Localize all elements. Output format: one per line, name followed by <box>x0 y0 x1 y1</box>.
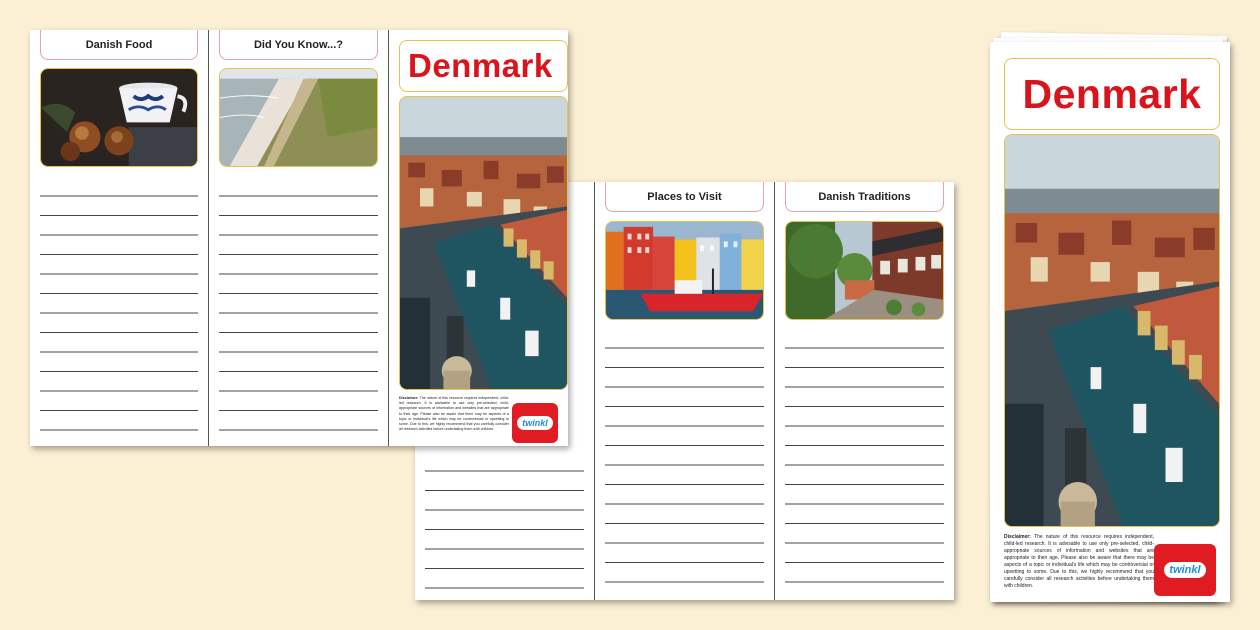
twinkl-logo: twinkl <box>1154 544 1216 596</box>
writing-lines[interactable] <box>785 329 944 590</box>
twinkl-logo: twinkl <box>512 403 558 443</box>
copenhagen-canal-photo <box>1004 134 1220 527</box>
panel-header: Danish Food <box>40 30 198 60</box>
panel-header: Danish Traditions <box>785 182 944 212</box>
writing-lines[interactable] <box>425 452 584 590</box>
title-box: Denmark <box>1004 58 1220 130</box>
writing-lines[interactable] <box>605 329 764 590</box>
panel-cover: Denmark Disclaimer: The nature of this r… <box>389 30 568 446</box>
writing-lines[interactable] <box>219 177 378 436</box>
panel-danish-traditions: Danish Traditions <box>775 182 954 600</box>
coffee-and-pastries-photo <box>40 68 198 167</box>
disclaimer: Disclaimer: The nature of this resource … <box>399 396 509 432</box>
leaflet-right: Denmark Disclaimer: The nature of this r… <box>990 42 1230 602</box>
copenhagen-canal-photo <box>399 96 568 390</box>
panel-header: Places to Visit <box>605 182 764 212</box>
cobbled-street-cottages-photo <box>785 221 944 320</box>
coastal-dunes-photo <box>219 68 378 167</box>
cover-title: Denmark <box>1022 70 1202 117</box>
colourful-harbour-houses-photo <box>605 221 764 320</box>
panel-places-to-visit: Places to Visit <box>595 182 775 600</box>
title-box: Denmark <box>399 40 568 92</box>
panel-danish-food: Danish Food <box>30 30 209 446</box>
leaflet-left: Danish Food Did You Know...? Denmark Dis… <box>30 30 568 446</box>
writing-lines[interactable] <box>40 177 198 436</box>
cover-title: Denmark <box>408 47 553 84</box>
panel-header: Did You Know...? <box>219 30 378 60</box>
disclaimer: Disclaimer: The nature of this resource … <box>1004 534 1154 589</box>
panel-did-you-know: Did You Know...? <box>209 30 389 446</box>
